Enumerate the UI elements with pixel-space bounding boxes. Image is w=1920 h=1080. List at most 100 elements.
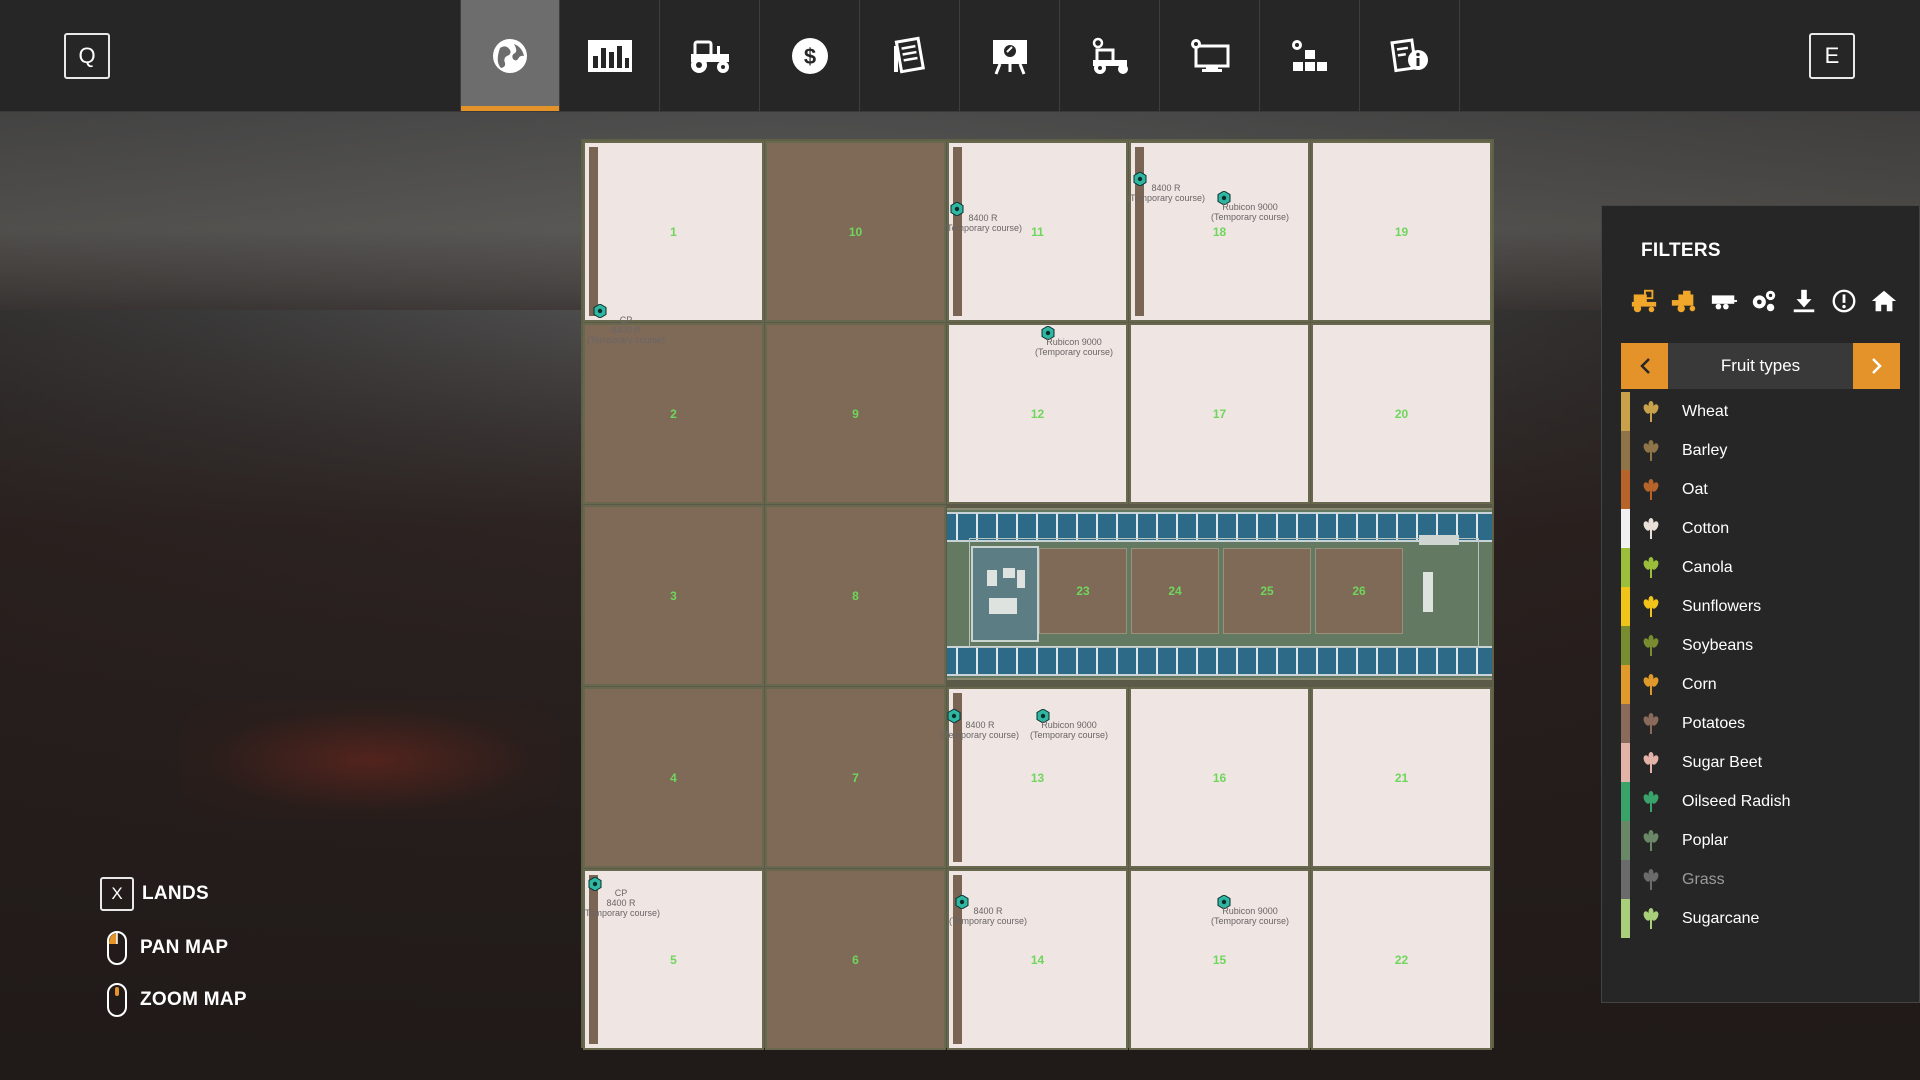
vehicle-label-line: Rubicon 9000	[1222, 906, 1278, 916]
lands-control[interactable]: X LANDS	[100, 877, 209, 911]
field-19[interactable]: 19	[1311, 141, 1492, 322]
field-number: 23	[1076, 584, 1090, 598]
vehicle-label-line: Rubicon 9000	[1046, 337, 1102, 347]
fruit-name: Barley	[1682, 441, 1728, 459]
field-6[interactable]: 6	[765, 869, 946, 1050]
filter-trailer[interactable]	[1708, 286, 1739, 316]
fruit-item-poplar[interactable]: Poplar	[1621, 821, 1900, 860]
selector-prev-button[interactable]	[1621, 343, 1668, 389]
tab-help[interactable]	[1360, 0, 1460, 111]
tab-map[interactable]	[460, 0, 560, 111]
vehicle-label: Rubicon 9000 (Temporary course)	[1035, 337, 1113, 357]
field-8[interactable]: 8	[765, 505, 946, 686]
fruit-item-oilseed-radish[interactable]: Oilseed Radish	[1621, 782, 1900, 821]
fruit-item-barley[interactable]: Barley	[1621, 431, 1900, 470]
chevron-right-icon	[1871, 358, 1882, 374]
field-2[interactable]: 2	[583, 323, 764, 504]
field-14[interactable]: 14	[947, 869, 1128, 1050]
fruit-item-sugar-beet[interactable]: Sugar Beet	[1621, 743, 1900, 782]
field-3[interactable]: 3	[583, 505, 764, 686]
tab-tutorials[interactable]	[960, 0, 1060, 111]
fruit-color-swatch	[1621, 548, 1630, 587]
tab-contracts[interactable]	[860, 0, 960, 111]
pan-map-control: PAN MAP	[100, 931, 228, 965]
field-23[interactable]: 23	[1039, 548, 1127, 634]
field-22[interactable]: 22	[1311, 869, 1492, 1050]
field-number: 7	[852, 770, 859, 785]
fruit-item-soybeans[interactable]: Soybeans	[1621, 626, 1900, 665]
filter-combine[interactable]	[1628, 286, 1659, 316]
fruit-name: Grass	[1682, 870, 1725, 888]
field-18[interactable]: 18	[1129, 141, 1310, 322]
vehicle-label-line: CP	[619, 315, 633, 325]
farmyard-area[interactable]: 23 24 25 26	[947, 508, 1492, 680]
field-17[interactable]: 17	[1129, 323, 1310, 504]
field-7[interactable]: 7	[765, 687, 946, 868]
background-machine	[180, 700, 560, 820]
vehicle-label: 8400 R (Temporary course)	[941, 720, 1019, 740]
fruit-item-cotton[interactable]: Cotton	[1621, 509, 1900, 548]
fruit-item-wheat[interactable]: Wheat	[1621, 392, 1900, 431]
tab-settings[interactable]	[1160, 0, 1260, 111]
fruit-type-selector[interactable]: Fruit types	[1621, 343, 1900, 389]
field-9[interactable]: 9	[765, 323, 946, 504]
lands-key[interactable]: X	[100, 877, 134, 911]
fruit-name: Oat	[1682, 480, 1708, 498]
field-25[interactable]: 25	[1223, 548, 1311, 634]
filters-title: FILTERS	[1641, 240, 1721, 261]
fruit-color-swatch	[1621, 782, 1630, 821]
selector-next-button[interactable]	[1853, 343, 1900, 389]
filter-farmhouse[interactable]	[1868, 286, 1899, 316]
vehicle-label-line: CP	[614, 888, 628, 898]
filter-warnings[interactable]	[1828, 286, 1859, 316]
fruit-item-sugarcane[interactable]: Sugarcane	[1621, 899, 1900, 938]
field-16[interactable]: 16	[1129, 687, 1310, 868]
fruit-item-sunflowers[interactable]: Sunflowers	[1621, 587, 1900, 626]
vehicle-label-line: (Temporary course)	[943, 223, 1023, 233]
previous-page-key[interactable]: Q	[64, 33, 110, 79]
vehicle-label: 8400 R (Temporary course)	[944, 213, 1022, 233]
fruit-item-potatoes[interactable]: Potatoes	[1621, 704, 1900, 743]
fruit-name: Poplar	[1682, 831, 1729, 849]
oilseed-radish-icon	[1639, 790, 1663, 814]
vehicle-label: 8400 R (Temporary course)	[949, 906, 1027, 926]
filter-harvester[interactable]	[1668, 286, 1699, 316]
filter-selling-points[interactable]	[1788, 286, 1819, 316]
field-number: 18	[1212, 224, 1227, 239]
vehicle-label-line: (Temporary course)	[586, 335, 666, 345]
next-page-key[interactable]: E	[1809, 33, 1855, 79]
fruit-item-canola[interactable]: Canola	[1621, 548, 1900, 587]
tractor-icon	[690, 40, 729, 73]
field-number: 2	[670, 406, 677, 421]
field-26[interactable]: 26	[1315, 548, 1403, 634]
poplar-icon	[1639, 829, 1663, 853]
tab-finances[interactable]: $	[760, 0, 860, 111]
field-1[interactable]: 1	[583, 141, 764, 322]
fruit-item-corn[interactable]: Corn	[1621, 665, 1900, 704]
field-24[interactable]: 24	[1131, 548, 1219, 634]
filter-tools[interactable]	[1748, 286, 1779, 316]
field-4[interactable]: 4	[583, 687, 764, 868]
help-info-icon	[1389, 37, 1428, 72]
field-10[interactable]: 10	[765, 141, 946, 322]
zoom-map-label: ZOOM MAP	[140, 989, 247, 1010]
tab-animals[interactable]	[1060, 0, 1160, 111]
tab-production[interactable]	[1260, 0, 1360, 111]
field-20[interactable]: 20	[1311, 323, 1492, 504]
vehicle-label-line: (Temporary course)	[1034, 347, 1114, 357]
sunflower-icon	[1639, 595, 1663, 619]
fruit-name: Cotton	[1682, 519, 1730, 537]
fruit-item-grass[interactable]: Grass	[1621, 860, 1900, 899]
vehicle-label: Rubicon 9000 (Temporary course)	[1211, 906, 1289, 926]
field-number: 10	[848, 224, 863, 239]
fruit-item-oat[interactable]: Oat	[1621, 470, 1900, 509]
field-number: 21	[1394, 770, 1409, 785]
settings-monitor-icon	[1190, 38, 1229, 72]
contracts-icon	[893, 36, 925, 73]
field-21[interactable]: 21	[1311, 687, 1492, 868]
fruit-name: Oilseed Radish	[1682, 792, 1791, 810]
tab-vehicles[interactable]	[660, 0, 760, 111]
fruit-color-swatch	[1621, 626, 1630, 665]
tab-statistics[interactable]	[560, 0, 660, 111]
fruit-name: Sugarcane	[1682, 909, 1760, 927]
